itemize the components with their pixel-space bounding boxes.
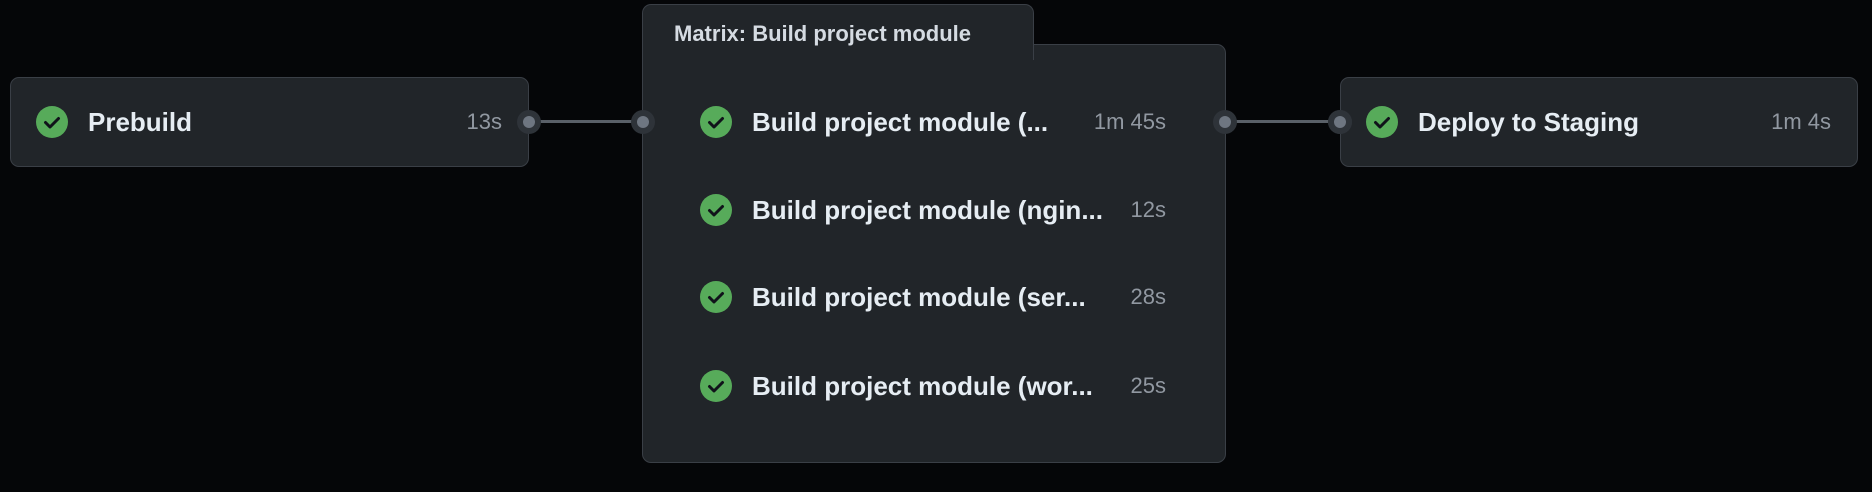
check-circle-icon <box>1366 106 1398 138</box>
connector-prebuild-to-matrix <box>529 120 643 123</box>
job-name: Build project module (wor... <box>752 370 1093 401</box>
connector-matrix-to-deploy <box>1225 120 1341 123</box>
job-duration: 1m 45s <box>1093 109 1166 134</box>
matrix-title: Matrix: Build project module <box>674 21 972 46</box>
input-port-matrix[interactable] <box>631 110 655 134</box>
matrix-job-4[interactable]: Build project module (wor... 25s <box>672 356 1216 416</box>
job-prebuild[interactable]: Prebuild 13s <box>10 77 529 167</box>
input-port-deploy-front[interactable] <box>1328 110 1352 134</box>
job-duration: 25s <box>1130 373 1166 398</box>
matrix-job-1[interactable]: Build project module (... 1m 45s <box>672 92 1216 152</box>
job-deploy-to-staging[interactable]: Deploy to Staging 1m 4s <box>1340 77 1858 167</box>
check-circle-icon <box>700 281 732 313</box>
job-name: Prebuild <box>88 106 193 137</box>
job-name: Build project module (ser... <box>752 281 1086 312</box>
check-circle-icon <box>36 106 68 138</box>
matrix-job-3[interactable]: Build project module (ser... 28s <box>672 267 1216 327</box>
output-port-matrix[interactable] <box>1213 110 1237 134</box>
job-name: Build project module (... <box>752 106 1049 137</box>
job-duration: 1m 4s <box>1771 109 1831 134</box>
check-circle-icon <box>700 106 732 138</box>
check-circle-icon <box>700 370 732 402</box>
job-duration: 12s <box>1130 197 1166 222</box>
output-port-prebuild[interactable] <box>517 110 541 134</box>
job-duration: 13s <box>466 109 502 134</box>
check-circle-icon <box>700 194 732 226</box>
job-duration: 28s <box>1130 284 1166 309</box>
matrix-job-2[interactable]: Build project module (ngin... 12s <box>672 180 1216 240</box>
job-name: Build project module (ngin... <box>752 194 1103 225</box>
job-name: Deploy to Staging <box>1418 106 1639 137</box>
